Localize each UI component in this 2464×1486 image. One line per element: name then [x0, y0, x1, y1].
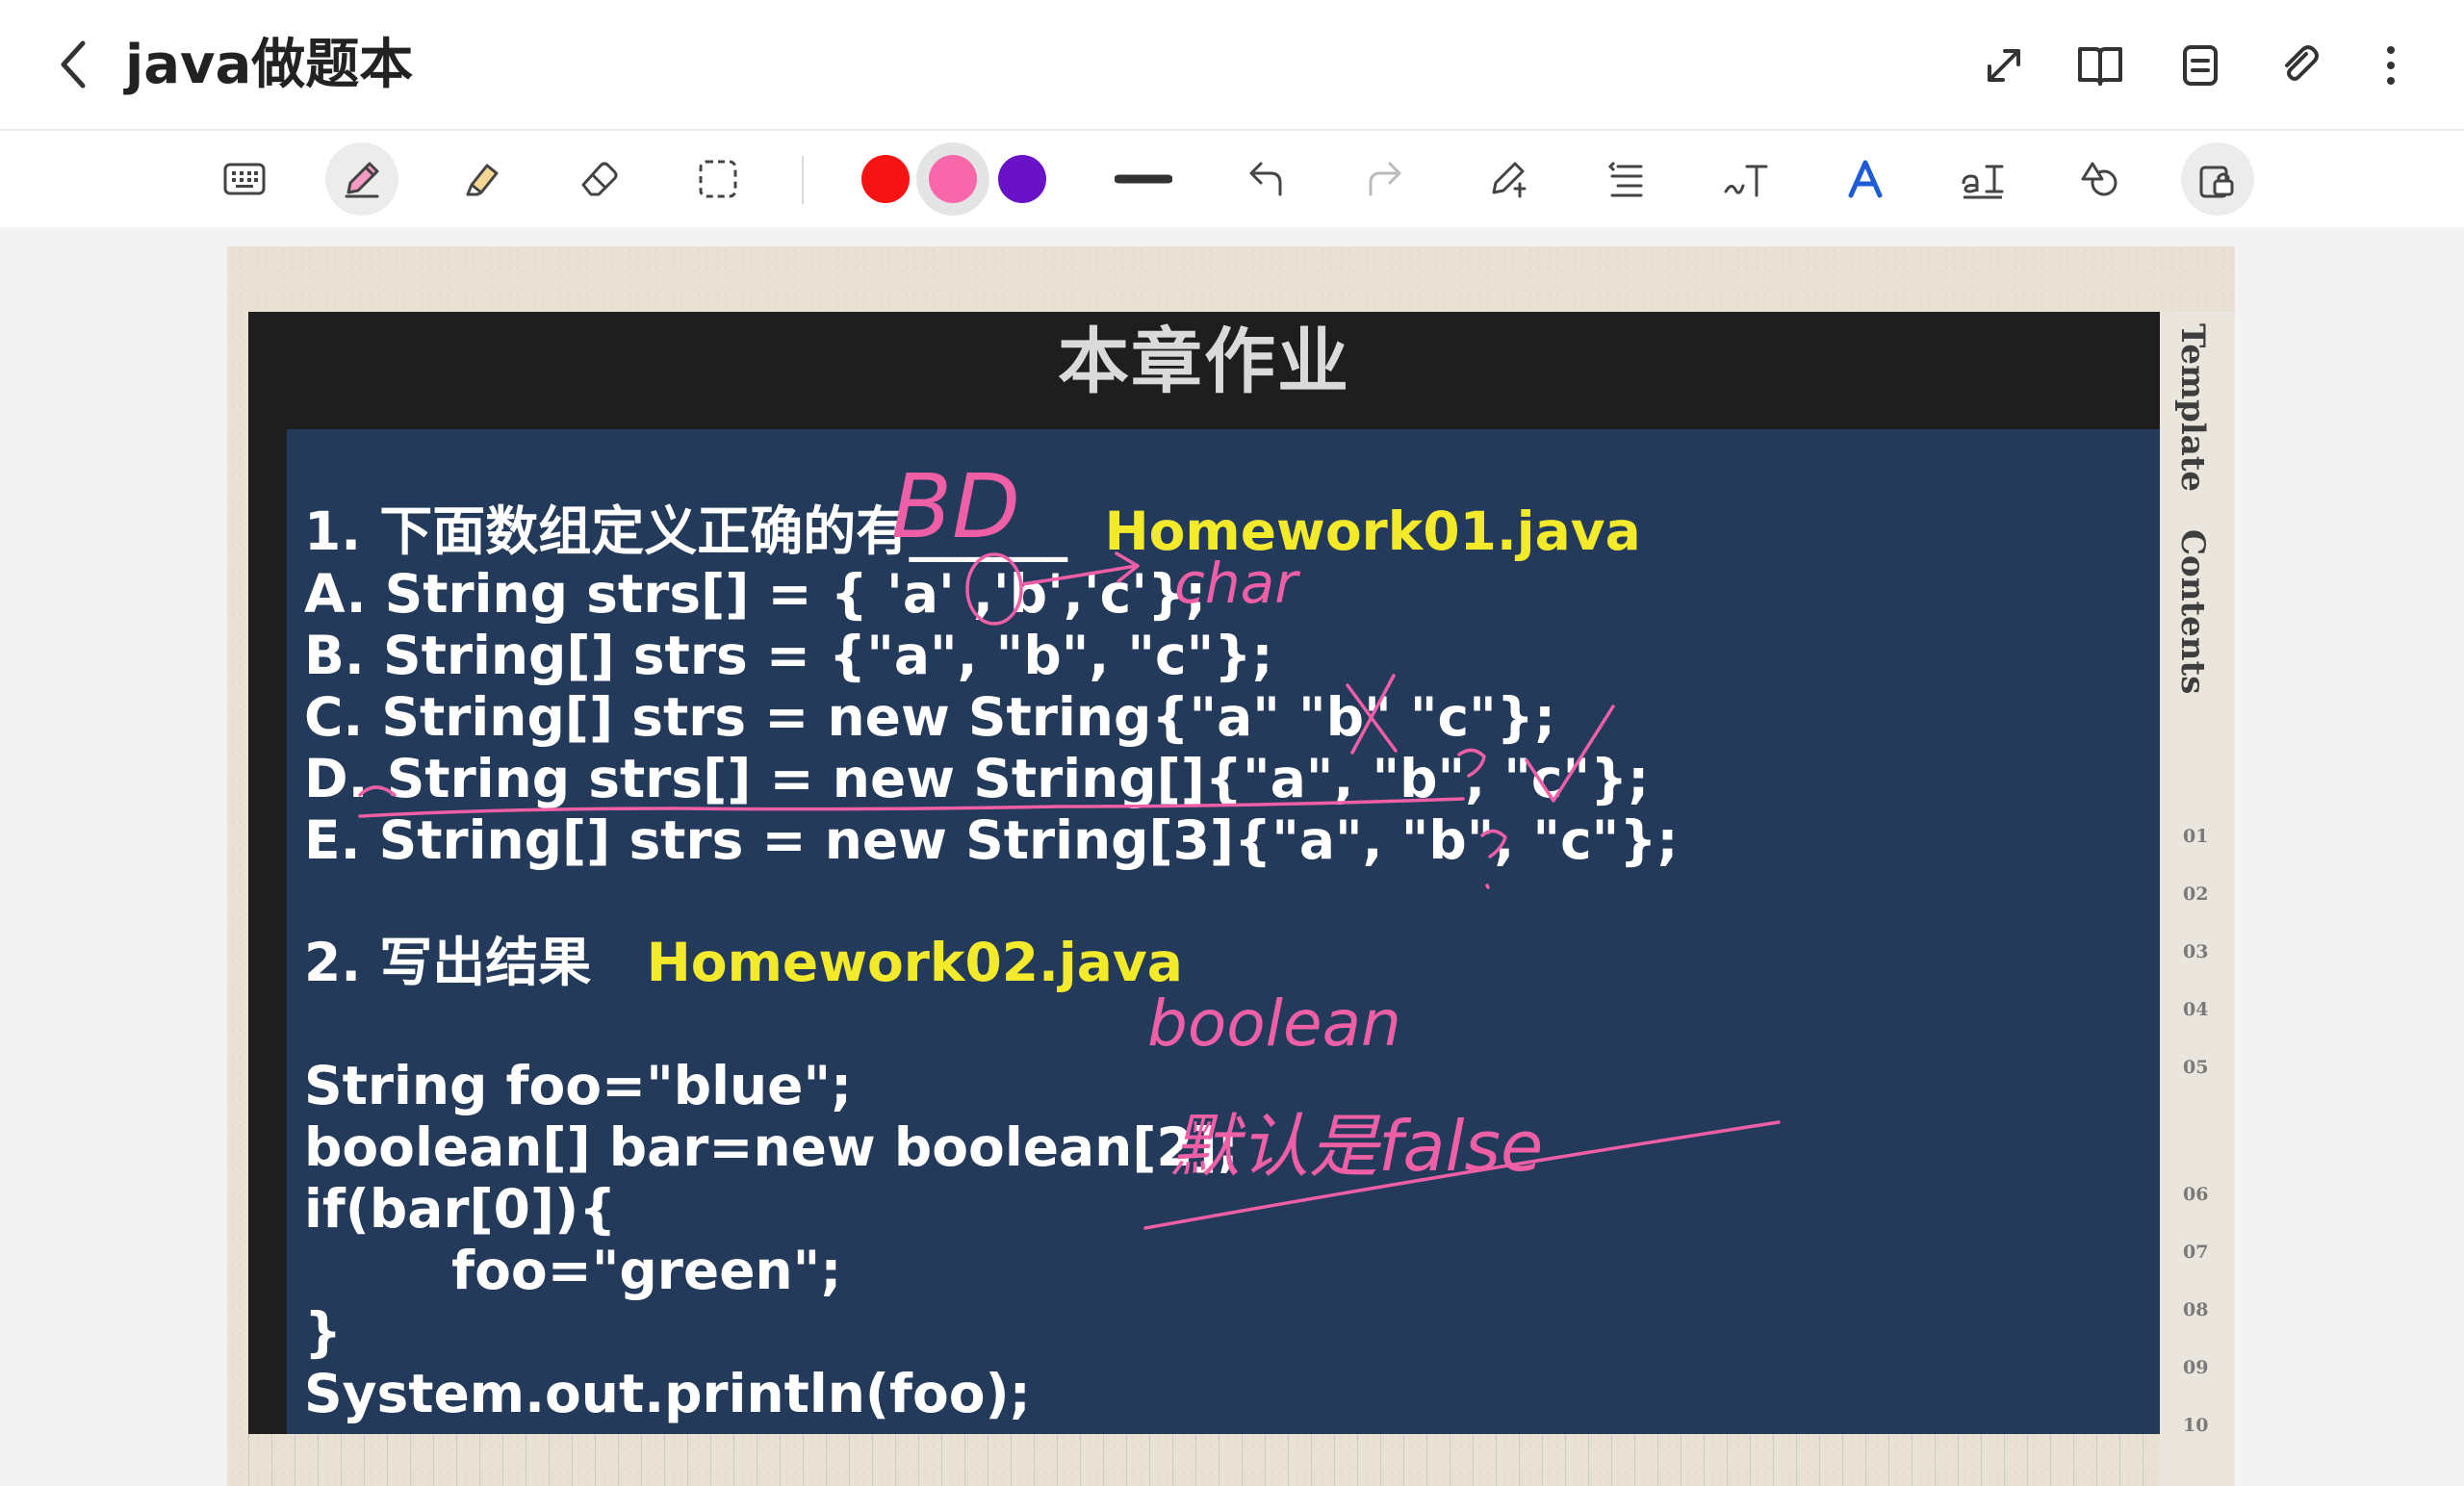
line-width-icon — [1115, 174, 1172, 184]
redo-icon — [1369, 162, 1401, 196]
eraser-icon — [581, 162, 618, 196]
selection-tool-button[interactable] — [681, 142, 755, 216]
option-b: B. String[] strs = {"a", "b", "c"}; — [304, 625, 1273, 686]
handwriting-text-icon — [1724, 165, 1768, 197]
text-size-button[interactable] — [1946, 142, 2019, 216]
highlighter-icon — [466, 164, 499, 196]
question-1-text: 1. 下面数组定义正确的有 — [304, 500, 910, 562]
redo-button[interactable] — [1349, 142, 1423, 216]
book-view-icon — [2078, 47, 2122, 86]
question-2-text: 2. 写出结果 — [304, 932, 592, 993]
keyboard-icon — [223, 163, 266, 195]
pen-tool-button[interactable] — [325, 142, 398, 216]
red-swatch — [861, 155, 910, 203]
question-2-file: Homework02.java — [646, 932, 1183, 993]
option-d: D. String strs[] = new String[]{"a", "b"… — [304, 748, 1650, 809]
red-color-button[interactable] — [849, 142, 922, 216]
code-line-3: if(bar[0]){ — [304, 1178, 617, 1240]
option-e: E. String[] strs = new String[3]{"a", "b… — [304, 809, 1679, 871]
app-header: java做题本 — [0, 0, 2464, 129]
line-width-button[interactable] — [1107, 142, 1180, 216]
purple-color-button[interactable] — [986, 142, 1059, 216]
page-list-icon — [2183, 45, 2218, 86]
shape-pen-button[interactable] — [1473, 142, 1546, 216]
question-1-heading: 1. 下面数组定义正确的有______ Homework01.java — [304, 500, 1641, 562]
text-style-button[interactable] — [1829, 142, 1902, 216]
toolbar-divider — [802, 156, 804, 204]
shape-pen-icon — [1492, 162, 1527, 198]
selection-icon — [699, 160, 737, 198]
slide-title: 本章作业 — [1058, 320, 1350, 403]
shapes-button[interactable] — [2064, 142, 2137, 216]
section-tab-10[interactable]: 10 — [2183, 1415, 2208, 1436]
question-2-heading: 2. 写出结果 Homework02.java — [304, 932, 1183, 993]
text-align-icon — [1607, 161, 1643, 197]
undo-button[interactable] — [1228, 142, 1301, 216]
pen-icon — [345, 162, 379, 198]
purple-swatch — [998, 155, 1046, 203]
section-tab-04[interactable]: 04 — [2183, 999, 2208, 1020]
pink-color-button[interactable] — [916, 142, 989, 216]
shapes-icon — [2081, 162, 2118, 196]
back-arrow-icon — [61, 40, 86, 89]
notebook-title: java做题本 — [125, 34, 414, 96]
section-tab-06[interactable]: 06 — [2183, 1184, 2208, 1205]
lock-button[interactable] — [2181, 142, 2254, 216]
template-label: Template — [2173, 323, 2212, 493]
eraser-tool-button[interactable] — [562, 142, 635, 216]
lock-icon — [2199, 166, 2234, 198]
more-button[interactable] — [2360, 35, 2422, 96]
code-line-6: System.out.println(foo); — [304, 1363, 1031, 1424]
back-button[interactable] — [42, 29, 104, 100]
expand-icon — [1988, 49, 2020, 82]
code-line-1: String foo="blue"; — [304, 1055, 853, 1116]
code-line-5: } — [304, 1301, 343, 1363]
highlighter-tool-button[interactable] — [445, 142, 518, 216]
undo-icon — [1249, 162, 1282, 196]
text-align-button[interactable] — [1590, 142, 1663, 216]
attachment-icon — [2285, 45, 2319, 81]
text-style-icon — [1848, 160, 1883, 198]
keyboard-button[interactable] — [208, 142, 281, 216]
section-tab-07[interactable]: 07 — [2183, 1242, 2208, 1263]
expand-button[interactable] — [1973, 35, 2035, 96]
attach-button[interactable] — [2270, 35, 2331, 96]
contents-label: Contents — [2173, 529, 2212, 695]
page-list-button[interactable] — [2169, 35, 2231, 96]
handwriting-text-button[interactable] — [1709, 142, 1783, 216]
section-tab-01[interactable]: 01 — [2183, 826, 2208, 847]
code-line-4: foo="green"; — [304, 1240, 842, 1301]
question-1-file: Homework01.java — [1104, 500, 1641, 562]
book-view-button[interactable] — [2069, 35, 2131, 96]
section-tab-02[interactable]: 02 — [2183, 884, 2208, 905]
section-tab-03[interactable]: 03 — [2183, 941, 2208, 962]
code-line-2: boolean[] bar=new boolean[2]; — [304, 1116, 1239, 1178]
more-icon — [2387, 46, 2395, 85]
option-c: C. String[] strs = new String{"a" "b" "c… — [304, 686, 1555, 748]
pink-swatch — [929, 155, 977, 203]
section-tab-08[interactable]: 08 — [2183, 1299, 2208, 1320]
section-tab-09[interactable]: 09 — [2183, 1357, 2208, 1378]
section-tab-05[interactable]: 05 — [2183, 1057, 2208, 1078]
option-a: A. String strs[] = { 'a' ,'b','c'}; — [304, 563, 1207, 625]
page-grid-footer — [248, 1434, 2160, 1486]
text-size-icon — [1962, 165, 2004, 199]
